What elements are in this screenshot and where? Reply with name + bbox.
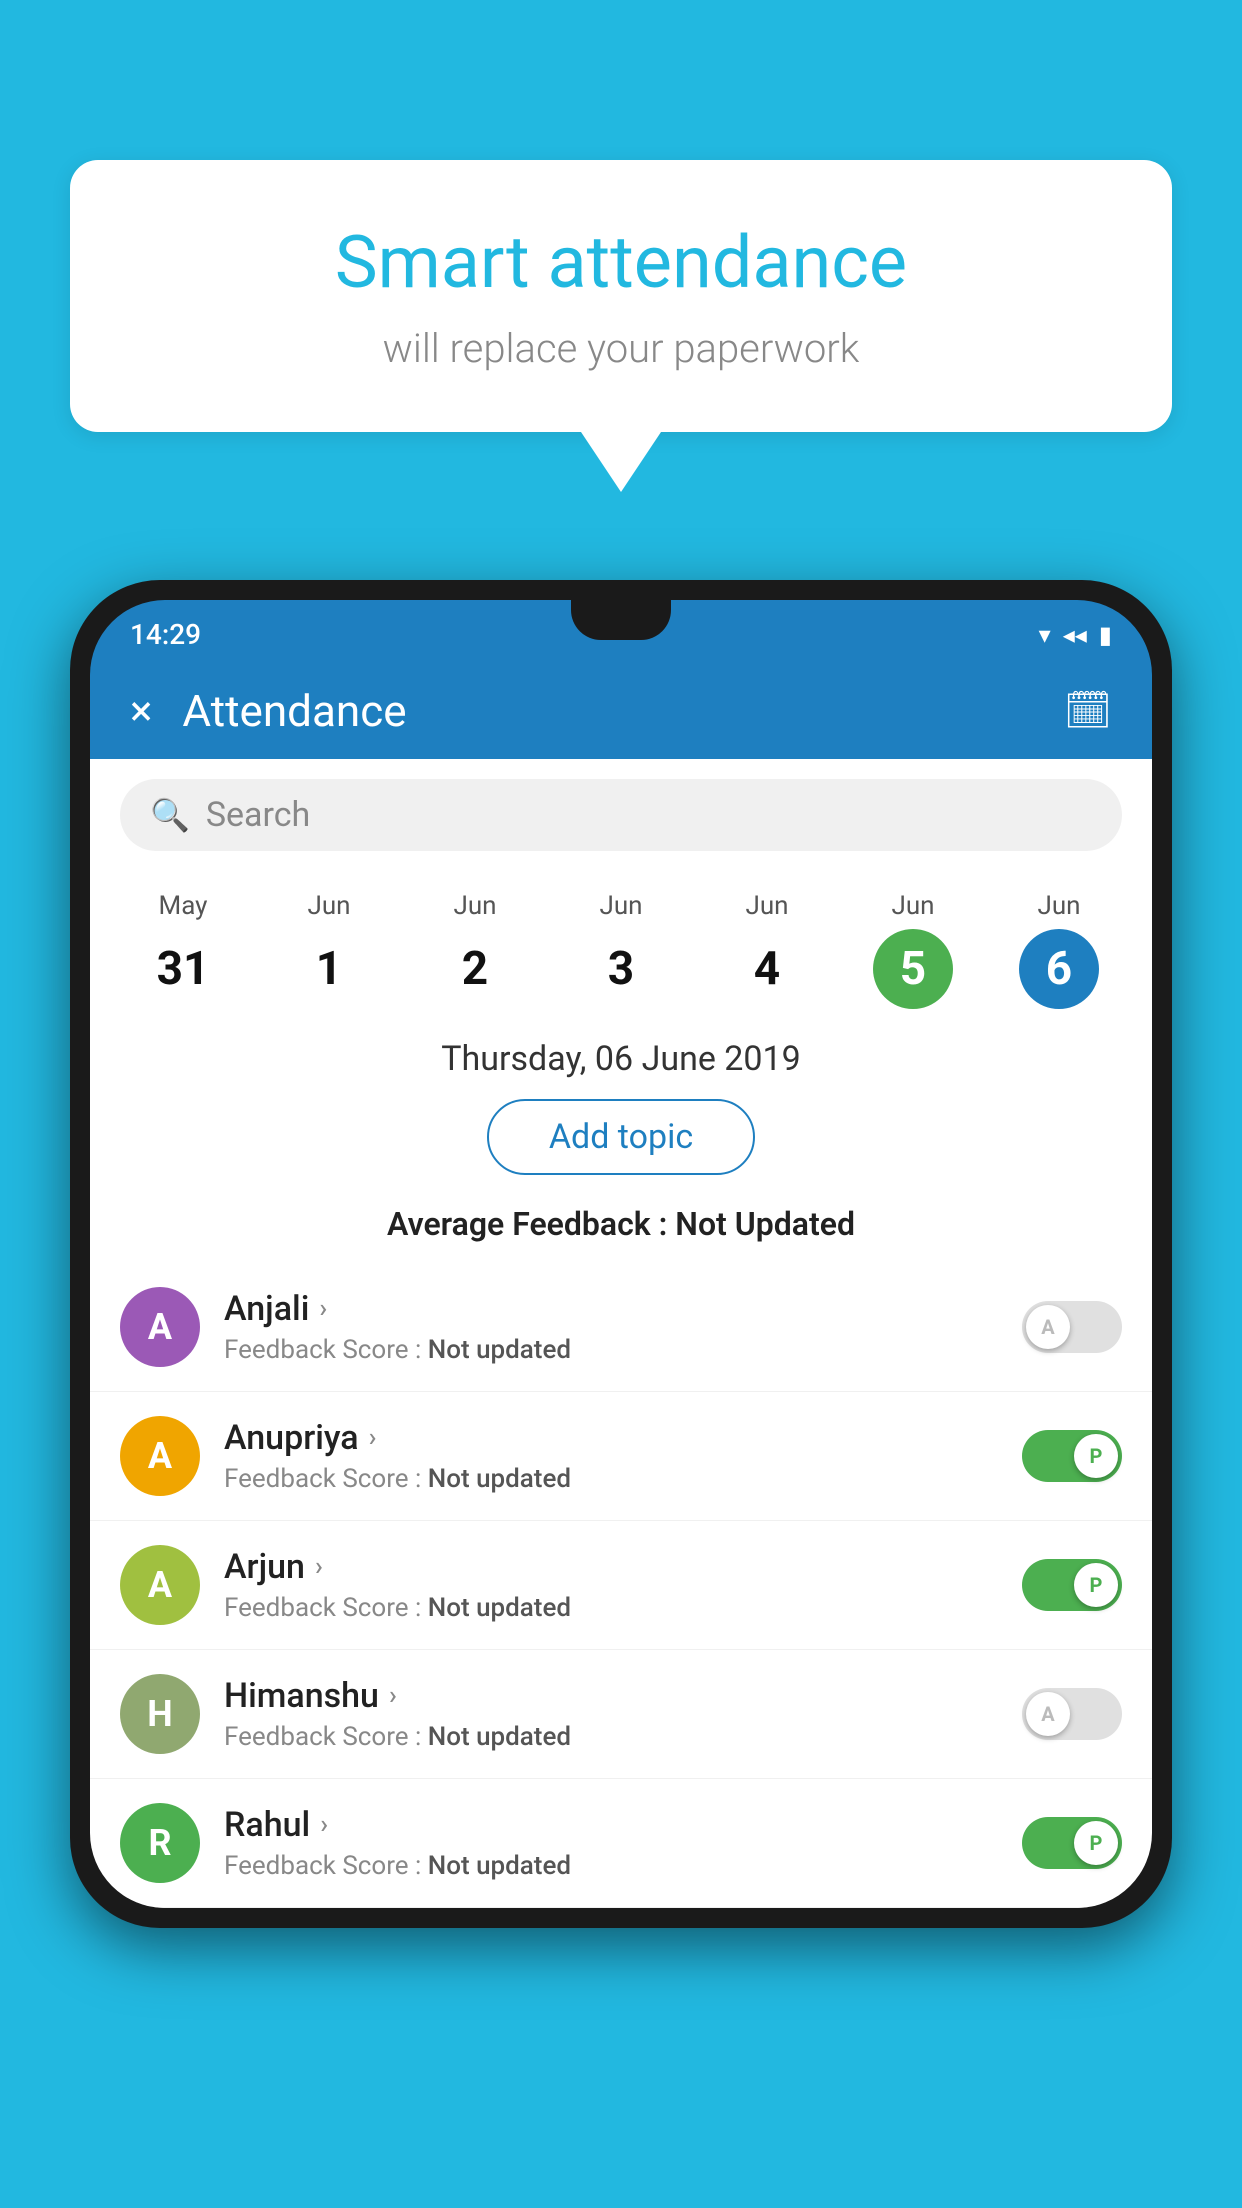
status-time: 14:29 bbox=[130, 618, 201, 651]
student-info-3: Himanshu › Feedback Score : Not updated bbox=[224, 1676, 998, 1752]
student-row-2[interactable]: A Arjun › Feedback Score : Not updated P bbox=[90, 1521, 1152, 1650]
cal-day-5[interactable]: Jun 5 bbox=[840, 891, 986, 1009]
students-list: AAnjali ›Feedback Score : Not updatedAAA… bbox=[90, 1263, 1152, 1908]
attendance-toggle-1[interactable]: P bbox=[1022, 1430, 1122, 1482]
attendance-toggle-4[interactable]: P bbox=[1022, 1817, 1122, 1869]
student-chevron-4: › bbox=[320, 1810, 328, 1840]
student-name-0: Anjali › bbox=[224, 1289, 998, 1329]
add-topic-button[interactable]: Add topic bbox=[487, 1099, 755, 1175]
student-feedback-2: Feedback Score : Not updated bbox=[224, 1593, 998, 1623]
search-container: 🔍 Search bbox=[90, 759, 1152, 871]
cal-month-4: Jun bbox=[745, 891, 788, 921]
attendance-toggle-0[interactable]: A bbox=[1022, 1301, 1122, 1353]
cal-date-3: 3 bbox=[581, 929, 661, 1009]
cal-day-2[interactable]: Jun 2 bbox=[402, 891, 548, 1009]
student-info-4: Rahul › Feedback Score : Not updated bbox=[224, 1805, 998, 1881]
speech-bubble-wrapper: Smart attendance will replace your paper… bbox=[70, 160, 1172, 492]
status-icons: ▾ ◂◂ ▮ bbox=[1039, 621, 1112, 649]
avg-feedback-label: Average Feedback : bbox=[387, 1205, 667, 1243]
student-name-3: Himanshu › bbox=[224, 1676, 998, 1716]
student-feedback-0: Feedback Score : Not updated bbox=[224, 1335, 998, 1365]
cal-day-4[interactable]: Jun 4 bbox=[694, 891, 840, 1009]
toggle-knob-2: P bbox=[1074, 1563, 1118, 1607]
student-name-1: Anupriya › bbox=[224, 1418, 998, 1458]
speech-bubble: Smart attendance will replace your paper… bbox=[70, 160, 1172, 432]
attendance-toggle-2[interactable]: P bbox=[1022, 1559, 1122, 1611]
close-button[interactable]: × bbox=[130, 687, 152, 736]
cal-month-2: Jun bbox=[453, 891, 496, 921]
speech-bubble-subtitle: will replace your paperwork bbox=[150, 325, 1092, 372]
phone: 14:29 ▾ ◂◂ ▮ × Attendance 🗓 🔍 Search bbox=[70, 580, 1172, 2208]
student-feedback-4: Feedback Score : Not updated bbox=[224, 1851, 998, 1881]
cal-date-1: 1 bbox=[289, 929, 369, 1009]
cal-date-2: 2 bbox=[435, 929, 515, 1009]
cal-month-0: May bbox=[159, 891, 208, 921]
cal-day-3[interactable]: Jun 3 bbox=[548, 891, 694, 1009]
search-bar[interactable]: 🔍 Search bbox=[120, 779, 1122, 851]
phone-outer: 14:29 ▾ ◂◂ ▮ × Attendance 🗓 🔍 Search bbox=[70, 580, 1172, 1928]
student-avatar-0: A bbox=[120, 1287, 200, 1367]
toggle-knob-4: P bbox=[1074, 1821, 1118, 1865]
speech-bubble-title: Smart attendance bbox=[150, 220, 1092, 305]
student-row-4[interactable]: R Rahul › Feedback Score : Not updated P bbox=[90, 1779, 1152, 1908]
app-bar-title: Attendance bbox=[182, 685, 1063, 737]
student-name-2: Arjun › bbox=[224, 1547, 998, 1587]
date-header: Thursday, 06 June 2019 bbox=[90, 1019, 1152, 1089]
student-info-2: Arjun › Feedback Score : Not updated bbox=[224, 1547, 998, 1623]
student-chevron-2: › bbox=[315, 1552, 323, 1582]
cal-month-6: Jun bbox=[1037, 891, 1080, 921]
student-chevron-1: › bbox=[369, 1423, 377, 1453]
phone-inner: 14:29 ▾ ◂◂ ▮ × Attendance 🗓 🔍 Search bbox=[90, 600, 1152, 1908]
cal-date-5: 5 bbox=[873, 929, 953, 1009]
toggle-container-4[interactable]: P bbox=[1022, 1817, 1122, 1869]
student-avatar-1: A bbox=[120, 1416, 200, 1496]
cal-day-6[interactable]: Jun 6 bbox=[986, 891, 1132, 1009]
cal-month-3: Jun bbox=[599, 891, 642, 921]
search-input[interactable]: Search bbox=[206, 795, 310, 835]
toggle-knob-1: P bbox=[1074, 1434, 1118, 1478]
speech-bubble-tail bbox=[581, 432, 661, 492]
battery-icon: ▮ bbox=[1099, 621, 1112, 649]
cal-month-1: Jun bbox=[307, 891, 350, 921]
toggle-container-0[interactable]: A bbox=[1022, 1301, 1122, 1353]
wifi-icon: ▾ bbox=[1039, 621, 1051, 649]
student-chevron-0: › bbox=[319, 1294, 327, 1324]
notch bbox=[571, 600, 671, 640]
student-row-1[interactable]: A Anupriya › Feedback Score : Not updated P bbox=[90, 1392, 1152, 1521]
cal-date-4: 4 bbox=[727, 929, 807, 1009]
app-bar: × Attendance 🗓 bbox=[90, 663, 1152, 759]
attendance-toggle-3[interactable]: A bbox=[1022, 1688, 1122, 1740]
cal-day-1[interactable]: Jun 1 bbox=[256, 891, 402, 1009]
calendar-icon[interactable]: 🗓 bbox=[1064, 689, 1112, 733]
toggle-container-2[interactable]: P bbox=[1022, 1559, 1122, 1611]
toggle-knob-0: A bbox=[1026, 1305, 1070, 1349]
student-name-4: Rahul › bbox=[224, 1805, 998, 1845]
cal-month-5: Jun bbox=[891, 891, 934, 921]
student-avatar-3: H bbox=[120, 1674, 200, 1754]
student-row-0[interactable]: A Anjali › Feedback Score : Not updated A bbox=[90, 1263, 1152, 1392]
cal-date-6: 6 bbox=[1019, 929, 1099, 1009]
toggle-container-3[interactable]: A bbox=[1022, 1688, 1122, 1740]
cal-day-0[interactable]: May 31 bbox=[110, 891, 256, 1009]
signal-icon: ◂◂ bbox=[1063, 621, 1087, 649]
calendar-strip: May 31 Jun 1 Jun 2 Jun 3 Jun 4 Jun 5 Jun 6 bbox=[90, 871, 1152, 1019]
cal-date-0: 31 bbox=[143, 929, 223, 1009]
toggle-container-1[interactable]: P bbox=[1022, 1430, 1122, 1482]
avg-feedback-value: Not Updated bbox=[675, 1205, 855, 1243]
student-chevron-3: › bbox=[389, 1681, 397, 1711]
search-icon: 🔍 bbox=[150, 796, 190, 834]
status-bar: 14:29 ▾ ◂◂ ▮ bbox=[90, 600, 1152, 663]
student-feedback-3: Feedback Score : Not updated bbox=[224, 1722, 998, 1752]
avg-feedback: Average Feedback : Not Updated bbox=[90, 1195, 1152, 1263]
student-info-0: Anjali › Feedback Score : Not updated bbox=[224, 1289, 998, 1365]
student-avatar-4: R bbox=[120, 1803, 200, 1883]
student-info-1: Anupriya › Feedback Score : Not updated bbox=[224, 1418, 998, 1494]
student-row-3[interactable]: H Himanshu › Feedback Score : Not updated A bbox=[90, 1650, 1152, 1779]
student-feedback-1: Feedback Score : Not updated bbox=[224, 1464, 998, 1494]
toggle-knob-3: A bbox=[1026, 1692, 1070, 1736]
student-avatar-2: A bbox=[120, 1545, 200, 1625]
add-topic-container: Add topic bbox=[90, 1089, 1152, 1195]
